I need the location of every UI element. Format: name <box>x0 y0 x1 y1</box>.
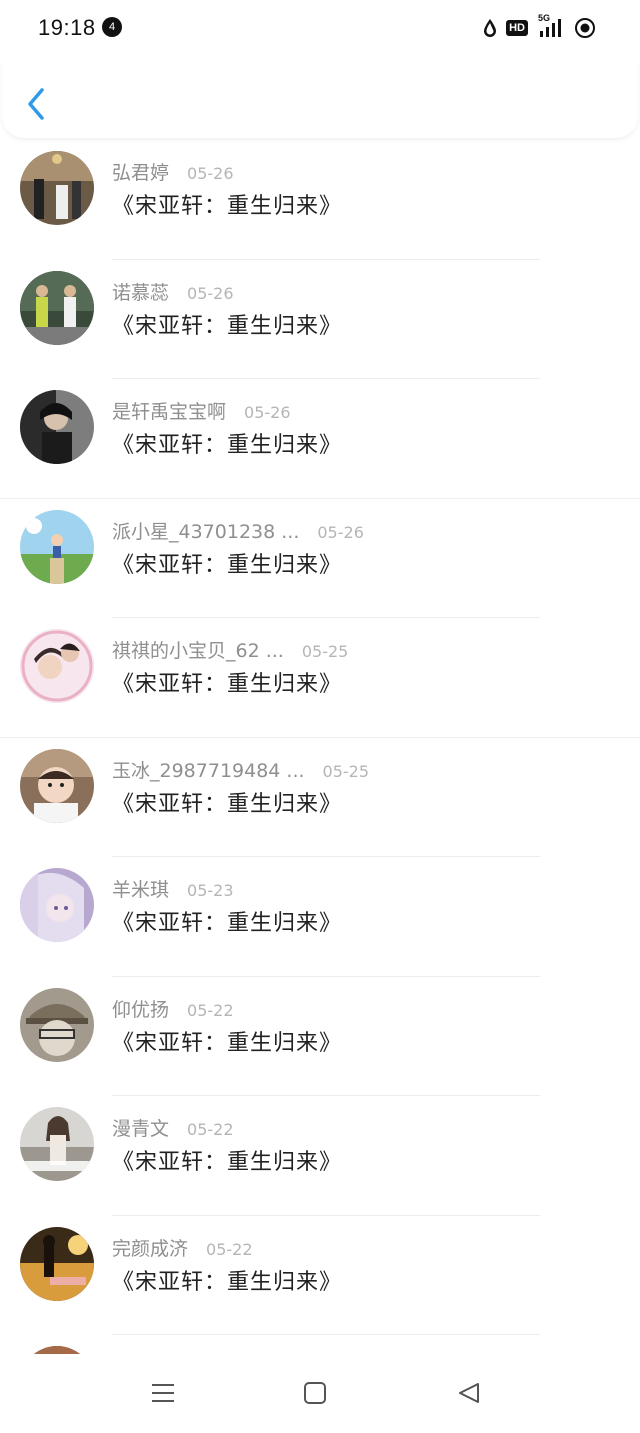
status-bar: 19:18 4 HD 5G <box>0 0 640 60</box>
avatar[interactable] <box>20 151 94 225</box>
avatar[interactable] <box>20 509 94 584</box>
avatar[interactable] <box>20 987 94 1062</box>
status-icons: HD 5G <box>482 13 596 40</box>
user-name: 玉冰_2987719484 ... <box>112 759 305 782</box>
system-nav-bar <box>0 1354 640 1433</box>
post-date: 05-22 <box>187 1120 234 1139</box>
list-item[interactable] <box>0 1335 640 1354</box>
user-name: 漫青文 <box>112 1118 170 1140</box>
back-button[interactable] <box>22 86 50 122</box>
home-square-icon <box>304 1382 326 1404</box>
list-item[interactable]: 是轩禹宝宝啊 05-26 《宋亚轩：重生归来》 <box>0 379 640 499</box>
nav-back-button[interactable] <box>456 1380 484 1408</box>
status-time: 19:18 <box>38 15 96 40</box>
list-item[interactable]: 玉冰_2987719484 ... 05-25 《宋亚轩：重生归来》 <box>0 738 640 857</box>
user-name: 祺祺的小宝贝_62 ... <box>112 640 284 662</box>
avatar[interactable] <box>20 629 94 703</box>
user-name: 仰优扬 <box>112 998 170 1021</box>
story-title[interactable]: 《宋亚轩：重生归来》 <box>112 308 342 340</box>
post-date: 05-22 <box>187 1000 234 1020</box>
post-date: 05-25 <box>301 642 349 661</box>
story-title[interactable]: 《宋亚轩：重生归来》 <box>112 547 342 579</box>
avatar[interactable] <box>20 270 94 345</box>
signal-icon: 5G <box>536 13 566 39</box>
user-name: 派小星_43701238 ... <box>112 520 300 543</box>
post-date: 05-26 <box>317 522 364 542</box>
story-title[interactable]: 《宋亚轩：重生归来》 <box>112 905 342 937</box>
menu-button[interactable] <box>150 1380 178 1408</box>
story-title[interactable]: 《宋亚轩：重生归来》 <box>112 427 342 459</box>
network-type-label: 5G <box>538 13 551 23</box>
list-item[interactable]: 仰优扬 05-22 《宋亚轩：重生归来》 <box>0 977 640 1096</box>
user-name: 完颜成济 <box>112 1237 189 1260</box>
user-name: 是轩禹宝宝啊 <box>112 401 227 423</box>
avatar[interactable] <box>20 390 94 464</box>
post-date: 05-25 <box>322 761 370 781</box>
list-item[interactable]: 祺祺的小宝贝_62 ... 05-25 《宋亚轩：重生归来》 <box>0 618 640 738</box>
water-drop-icon <box>482 18 498 38</box>
avatar[interactable] <box>20 1226 94 1301</box>
user-name: 诺慕蕊 <box>112 281 170 304</box>
avatar[interactable] <box>20 868 94 942</box>
story-title[interactable]: 《宋亚轩：重生归来》 <box>112 1025 342 1057</box>
notification-badge: 4 <box>102 17 122 37</box>
hd-badge: HD <box>506 20 528 36</box>
story-title[interactable]: 《宋亚轩：重生归来》 <box>112 786 342 818</box>
menu-icon <box>152 1384 174 1402</box>
list-item[interactable]: 漫青文 05-22 《宋亚轩：重生归来》 <box>0 1096 640 1216</box>
user-name: 弘君婷 <box>112 162 170 184</box>
chevron-left-icon <box>28 88 44 120</box>
story-title[interactable]: 《宋亚轩：重生归来》 <box>112 1264 342 1296</box>
entry-list: 弘君婷 05-26 《宋亚轩：重生归来》 诺慕蕊 05-26 《宋亚轩：重生归来… <box>0 140 640 1354</box>
story-title[interactable]: 《宋亚轩：重生归来》 <box>112 1144 342 1176</box>
story-title[interactable]: 《宋亚轩：重生归来》 <box>112 666 342 698</box>
post-date: 05-22 <box>206 1239 253 1259</box>
home-button[interactable] <box>302 1380 330 1408</box>
header-bar <box>2 60 638 138</box>
story-title[interactable]: 《宋亚轩：重生归来》 <box>112 188 342 220</box>
user-name: 羊米琪 <box>112 879 170 901</box>
list-item[interactable]: 完颜成济 05-22 《宋亚轩：重生归来》 <box>0 1216 640 1335</box>
list-item[interactable]: 派小星_43701238 ... 05-26 《宋亚轩：重生归来》 <box>0 499 640 618</box>
list-item[interactable]: 羊米琪 05-23 《宋亚轩：重生归来》 <box>0 857 640 977</box>
avatar[interactable] <box>20 1107 94 1181</box>
post-date: 05-23 <box>187 881 234 900</box>
avatar[interactable] <box>20 1346 94 1354</box>
list-item[interactable]: 弘君婷 05-26 《宋亚轩：重生归来》 <box>0 140 640 260</box>
post-date: 05-26 <box>187 164 234 183</box>
record-icon <box>574 17 596 39</box>
post-date: 05-26 <box>187 283 234 303</box>
avatar[interactable] <box>20 748 94 823</box>
list-item[interactable]: 诺慕蕊 05-26 《宋亚轩：重生归来》 <box>0 260 640 379</box>
post-date: 05-26 <box>244 403 291 422</box>
back-triangle-icon <box>459 1383 479 1403</box>
